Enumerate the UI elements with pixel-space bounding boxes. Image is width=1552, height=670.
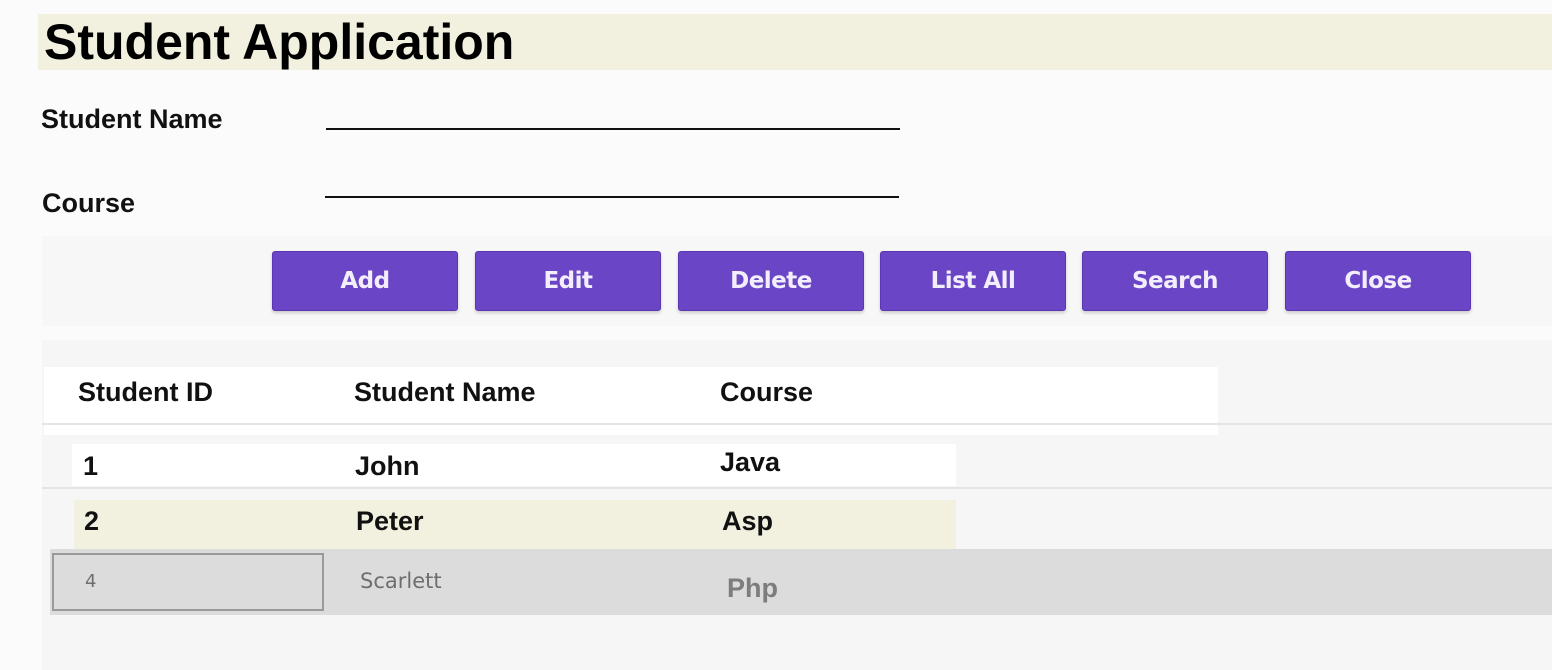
row-2-name: Peter xyxy=(356,506,424,536)
grid-line xyxy=(42,423,1552,425)
search-button[interactable]: Search xyxy=(1082,251,1268,311)
button-bar: Add Edit Delete List All Search Close xyxy=(42,236,1552,326)
grid-line xyxy=(42,487,1552,489)
student-name-label: Student Name xyxy=(41,104,223,134)
table-row[interactable] xyxy=(72,444,956,486)
row-3-course: Php xyxy=(727,573,778,603)
header-course[interactable]: Course xyxy=(720,377,813,408)
row-2-id: 2 xyxy=(84,506,100,536)
delete-button[interactable]: Delete xyxy=(678,251,864,311)
header-student-id[interactable]: Student ID xyxy=(78,377,213,408)
row-1-name: John xyxy=(355,451,420,481)
course-input[interactable] xyxy=(325,166,899,198)
student-name-input[interactable] xyxy=(326,98,900,130)
row-2-course: Asp xyxy=(722,506,774,536)
course-label: Course xyxy=(42,188,136,218)
edit-button[interactable]: Edit xyxy=(475,251,661,311)
header-student-name[interactable]: Student Name xyxy=(354,377,536,408)
row-1-course: Java xyxy=(720,447,781,477)
row-3-name: Scarlett xyxy=(360,569,442,593)
student-application-window: Student Application Student Name Course … xyxy=(0,0,1552,670)
list-all-button[interactable]: List All xyxy=(880,251,1066,311)
title-bar: Student Application xyxy=(38,14,1552,70)
page-title: Student Application xyxy=(44,14,515,70)
row-3-id: 4 xyxy=(85,571,97,592)
add-button[interactable]: Add xyxy=(272,251,458,311)
row-1-id: 1 xyxy=(83,451,99,481)
table-row[interactable] xyxy=(74,500,956,551)
close-button[interactable]: Close xyxy=(1285,251,1471,311)
